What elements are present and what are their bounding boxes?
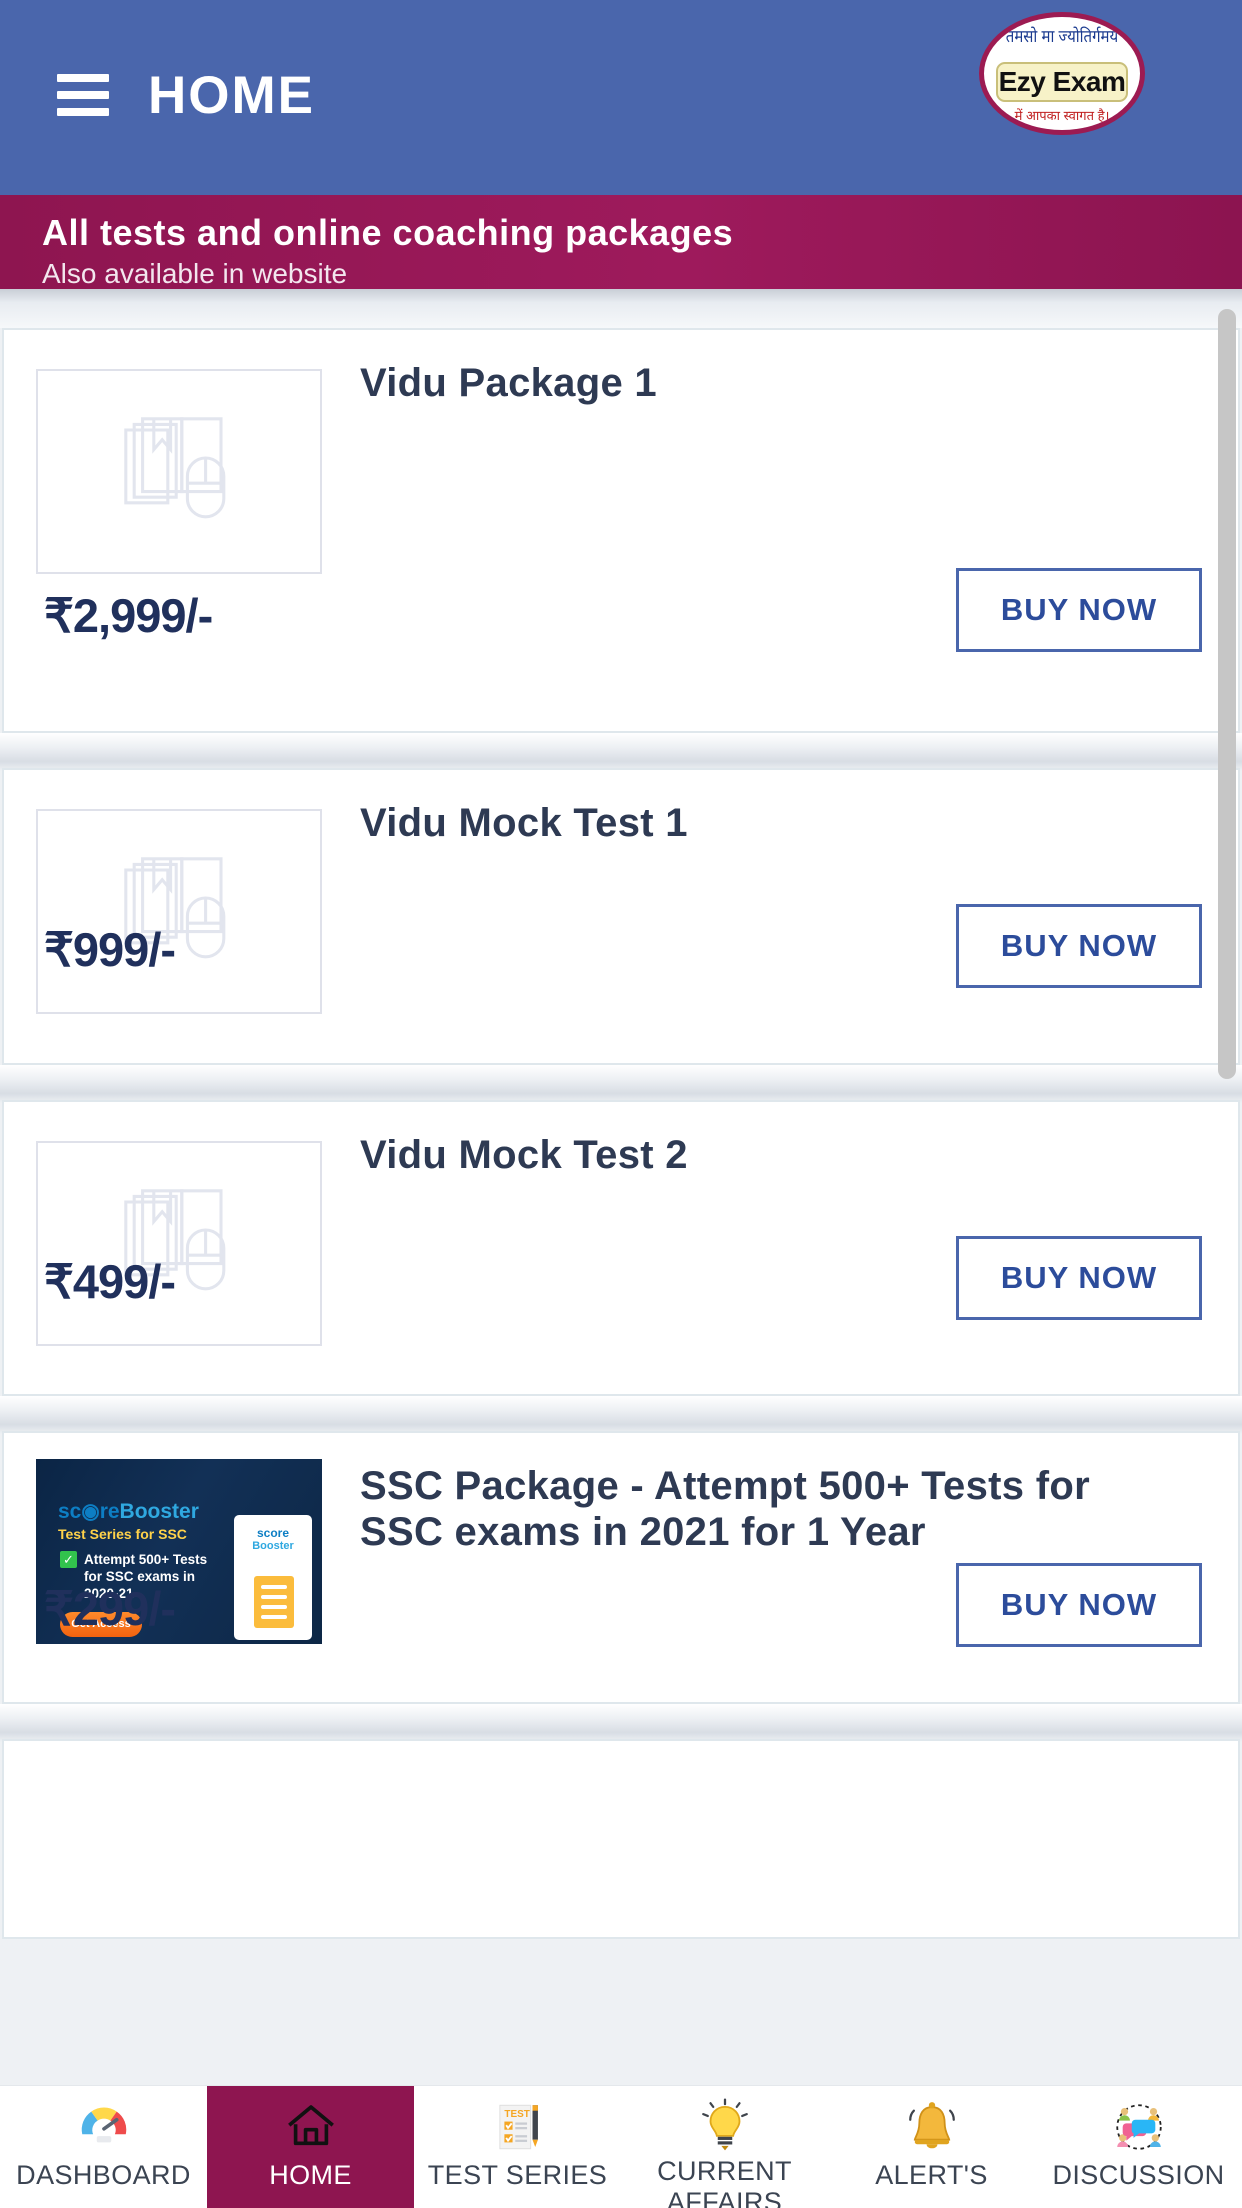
score-booster-logo-part1: sc: [58, 1500, 82, 1523]
hamburger-menu-icon[interactable]: [57, 74, 109, 116]
book-mouse-placeholder-icon: [36, 1141, 322, 1346]
nav-item-alerts[interactable]: ALERT'S: [828, 2086, 1035, 2208]
package-title: Vidu Mock Test 1: [360, 801, 688, 845]
package-title: Vidu Mock Test 2: [360, 1133, 688, 1177]
buy-now-button[interactable]: BUY NOW: [956, 1563, 1202, 1647]
promo-banner-title: All tests and online coaching packages: [42, 212, 734, 253]
logo-sanskrit-text: तमसो मा ज्योतिर्गमय: [1005, 26, 1119, 47]
score-booster-logo-part2: Booster: [119, 1500, 199, 1523]
package-card[interactable]: sc◉reBooster Test Series for SSC ✓ Attem…: [2, 1431, 1240, 1704]
package-price: ₹299/-: [44, 1582, 176, 1635]
package-card[interactable]: [2, 1739, 1240, 1939]
promo-banner: All tests and online coaching packages A…: [0, 195, 1242, 289]
check-icon: ✓: [60, 1551, 77, 1568]
phone-logo-line1: score: [256, 1526, 290, 1540]
nav-label-dashboard: DASHBOARD: [16, 2160, 191, 2190]
clipboard-icon: TEST: [487, 2096, 549, 2158]
page-title: HOME: [148, 66, 315, 125]
package-card[interactable]: Vidu Mock Test 1 ₹999/- BUY NOW: [2, 768, 1240, 1065]
app-header: HOME तमसो मा ज्योतिर्गमय Ezy Exam में आप…: [0, 0, 1242, 195]
score-booster-logo-part1b: re: [99, 1500, 120, 1523]
package-price: ₹499/-: [44, 1255, 176, 1308]
buy-now-button[interactable]: BUY NOW: [956, 904, 1202, 988]
bell-icon: [901, 2096, 963, 2158]
app-root: HOME तमसो मा ज्योतिर्गमय Ezy Exam में आप…: [0, 0, 1242, 2208]
logo-name-badge: Ezy Exam: [996, 62, 1128, 102]
nav-label-discussion: DISCUSSION: [1052, 2160, 1225, 2190]
buy-now-button[interactable]: BUY NOW: [956, 568, 1202, 652]
nav-item-test-series[interactable]: TEST TEST SERIES: [414, 2086, 621, 2208]
logo-hindi-text: में आपका स्वागत है।: [1014, 108, 1110, 123]
hamburger-bar-3: [57, 108, 109, 116]
app-logo: तमसो मा ज्योतिर्गमय Ezy Exam में आपका स्…: [979, 12, 1145, 135]
book-mouse-placeholder-icon: [36, 369, 322, 574]
hamburger-bar-1: [57, 74, 109, 82]
card-separator: [0, 1704, 1242, 1742]
score-booster-subtitle: Test Series for SSC: [58, 1526, 187, 1542]
card-separator: [0, 1065, 1242, 1103]
package-price: ₹999/-: [44, 923, 176, 976]
nav-item-home[interactable]: HOME: [207, 2086, 414, 2208]
logo-name-text: Ezy Exam: [998, 66, 1126, 97]
nav-label-home: HOME: [269, 2160, 352, 2190]
house-icon: [280, 2096, 342, 2158]
vertical-scrollbar-thumb[interactable]: [1218, 309, 1236, 1079]
card-separator: [0, 733, 1242, 771]
package-card[interactable]: Vidu Mock Test 2 ₹499/- BUY NOW: [2, 1100, 1240, 1396]
nav-label-test-series: TEST SERIES: [427, 2160, 608, 2190]
gauge-icon: [73, 2096, 135, 2158]
card-separator: [0, 1396, 1242, 1434]
nav-label-current-affairs: CURRENT AFFAIRS: [657, 2156, 792, 2208]
nav-item-dashboard[interactable]: DASHBOARD: [0, 2086, 207, 2208]
package-title: Vidu Package 1: [360, 361, 657, 405]
package-list[interactable]: Vidu Package 1 ₹2,999/- BUY NOW Vidu Moc…: [0, 289, 1242, 2208]
book-mouse-placeholder-icon: [36, 809, 322, 1014]
package-price: ₹2,999/-: [44, 589, 213, 642]
package-card[interactable]: Vidu Package 1 ₹2,999/- BUY NOW: [2, 328, 1240, 733]
score-booster-logo: sc◉reBooster: [58, 1500, 199, 1523]
nav-item-current-affairs[interactable]: CURRENT AFFAIRS: [621, 2086, 828, 2208]
bottom-navigation-bar: DASHBOARD HOME TEST TEST SERIES CURRENT …: [0, 2085, 1242, 2208]
lightbulb-icon: [694, 2096, 756, 2154]
phone-logo-line2: Booster: [252, 1540, 294, 1552]
checklist-icon: [254, 1576, 294, 1628]
hamburger-bar-2: [57, 91, 109, 99]
people-chat-icon: [1108, 2096, 1170, 2158]
nav-label-alerts: ALERT'S: [875, 2160, 988, 2190]
buy-now-button[interactable]: BUY NOW: [956, 1236, 1202, 1320]
list-top-shadow: [0, 289, 1242, 328]
nav-item-discussion[interactable]: DISCUSSION: [1035, 2086, 1242, 2208]
package-title: SSC Package - Attempt 500+ Tests for SSC…: [360, 1464, 1090, 1554]
phone-mockup: score Booster: [234, 1515, 312, 1640]
svg-text:TEST: TEST: [504, 2109, 529, 2120]
promo-banner-subtitle: Also available in website: [42, 258, 348, 289]
